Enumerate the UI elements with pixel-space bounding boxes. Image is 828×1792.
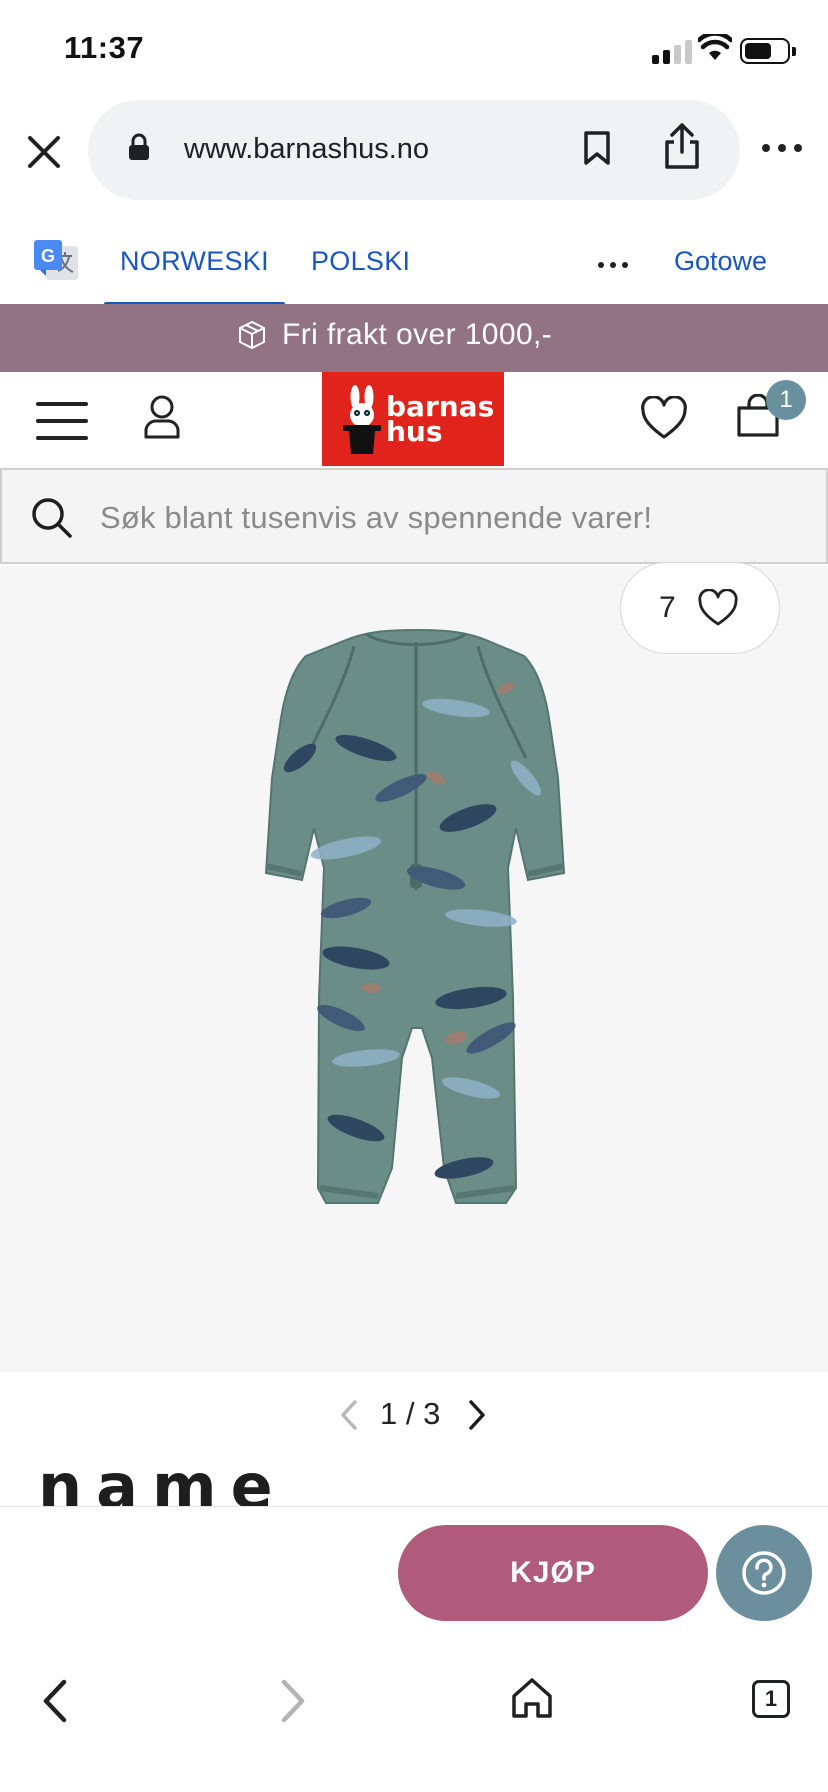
- pager-text: 1 / 3: [380, 1396, 441, 1431]
- svg-text:G: G: [41, 246, 55, 266]
- bookmark-icon[interactable]: [582, 130, 612, 166]
- browser-bottom-nav: 1: [0, 1636, 828, 1792]
- help-icon: [742, 1551, 786, 1595]
- close-icon[interactable]: [22, 130, 66, 174]
- logo-rabbit-icon: [343, 385, 381, 454]
- chevron-right-icon[interactable]: [466, 1398, 488, 1432]
- tabs-button[interactable]: 1: [752, 1680, 790, 1718]
- google-translate-icon[interactable]: G: [32, 238, 80, 282]
- more-options-icon[interactable]: [762, 144, 806, 156]
- user-account-icon[interactable]: [142, 394, 182, 440]
- translate-bar: G NORWESKI POLSKI Gotowe: [0, 208, 828, 306]
- tab-language-polish[interactable]: POLSKI: [311, 246, 410, 277]
- brand-name[interactable]: name it: [38, 1450, 338, 1510]
- favorite-heart-icon: [698, 589, 738, 626]
- home-icon[interactable]: [510, 1676, 554, 1720]
- address-bar[interactable]: www.barnashus.no: [88, 100, 740, 200]
- favorite-button[interactable]: 7: [620, 562, 780, 654]
- package-icon: [239, 321, 265, 349]
- logo-text: barnas hus: [386, 390, 495, 448]
- done-button[interactable]: Gotowe: [674, 246, 767, 277]
- browser-toolbar: www.barnashus.no: [0, 96, 828, 208]
- search-icon: [32, 498, 72, 538]
- logo[interactable]: barnas hus: [322, 372, 504, 466]
- cellular-signal-icon: [652, 40, 692, 64]
- translate-more-icon[interactable]: [598, 262, 630, 270]
- site-header: barnas hus 1: [0, 372, 828, 468]
- help-button[interactable]: [716, 1525, 812, 1621]
- status-bar: 11:37: [0, 0, 828, 96]
- search-input[interactable]: Søk blant tusenvis av spennende varer!: [100, 500, 652, 536]
- url-text: www.barnashus.no: [184, 133, 430, 165]
- buy-bar: KJØP: [0, 1506, 828, 1636]
- forward-icon[interactable]: [278, 1678, 308, 1724]
- status-time: 11:37: [64, 30, 145, 65]
- lock-icon: [129, 133, 149, 160]
- menu-icon[interactable]: [36, 402, 88, 440]
- promo-banner: Fri frakt over 1000,-: [0, 304, 828, 372]
- share-icon[interactable]: [662, 122, 702, 170]
- favorite-count: 7: [659, 591, 676, 624]
- promo-text: Fri frakt over 1000,-: [282, 318, 553, 351]
- chevron-left-icon[interactable]: [338, 1398, 360, 1432]
- battery-icon: [740, 38, 796, 64]
- cart-count-badge: 1: [766, 380, 806, 420]
- wishlist-heart-icon[interactable]: [640, 396, 688, 440]
- wifi-icon: [698, 34, 732, 60]
- image-pager: 1 / 3: [330, 1394, 500, 1438]
- search-bar[interactable]: Søk blant tusenvis av spennende varer!: [0, 468, 828, 564]
- tab-language-norwegian[interactable]: NORWESKI: [104, 246, 285, 306]
- product-image: [264, 628, 566, 1204]
- product-image-gallery[interactable]: 7: [0, 562, 828, 1372]
- buy-button[interactable]: KJØP: [398, 1525, 708, 1621]
- back-icon[interactable]: [40, 1678, 70, 1724]
